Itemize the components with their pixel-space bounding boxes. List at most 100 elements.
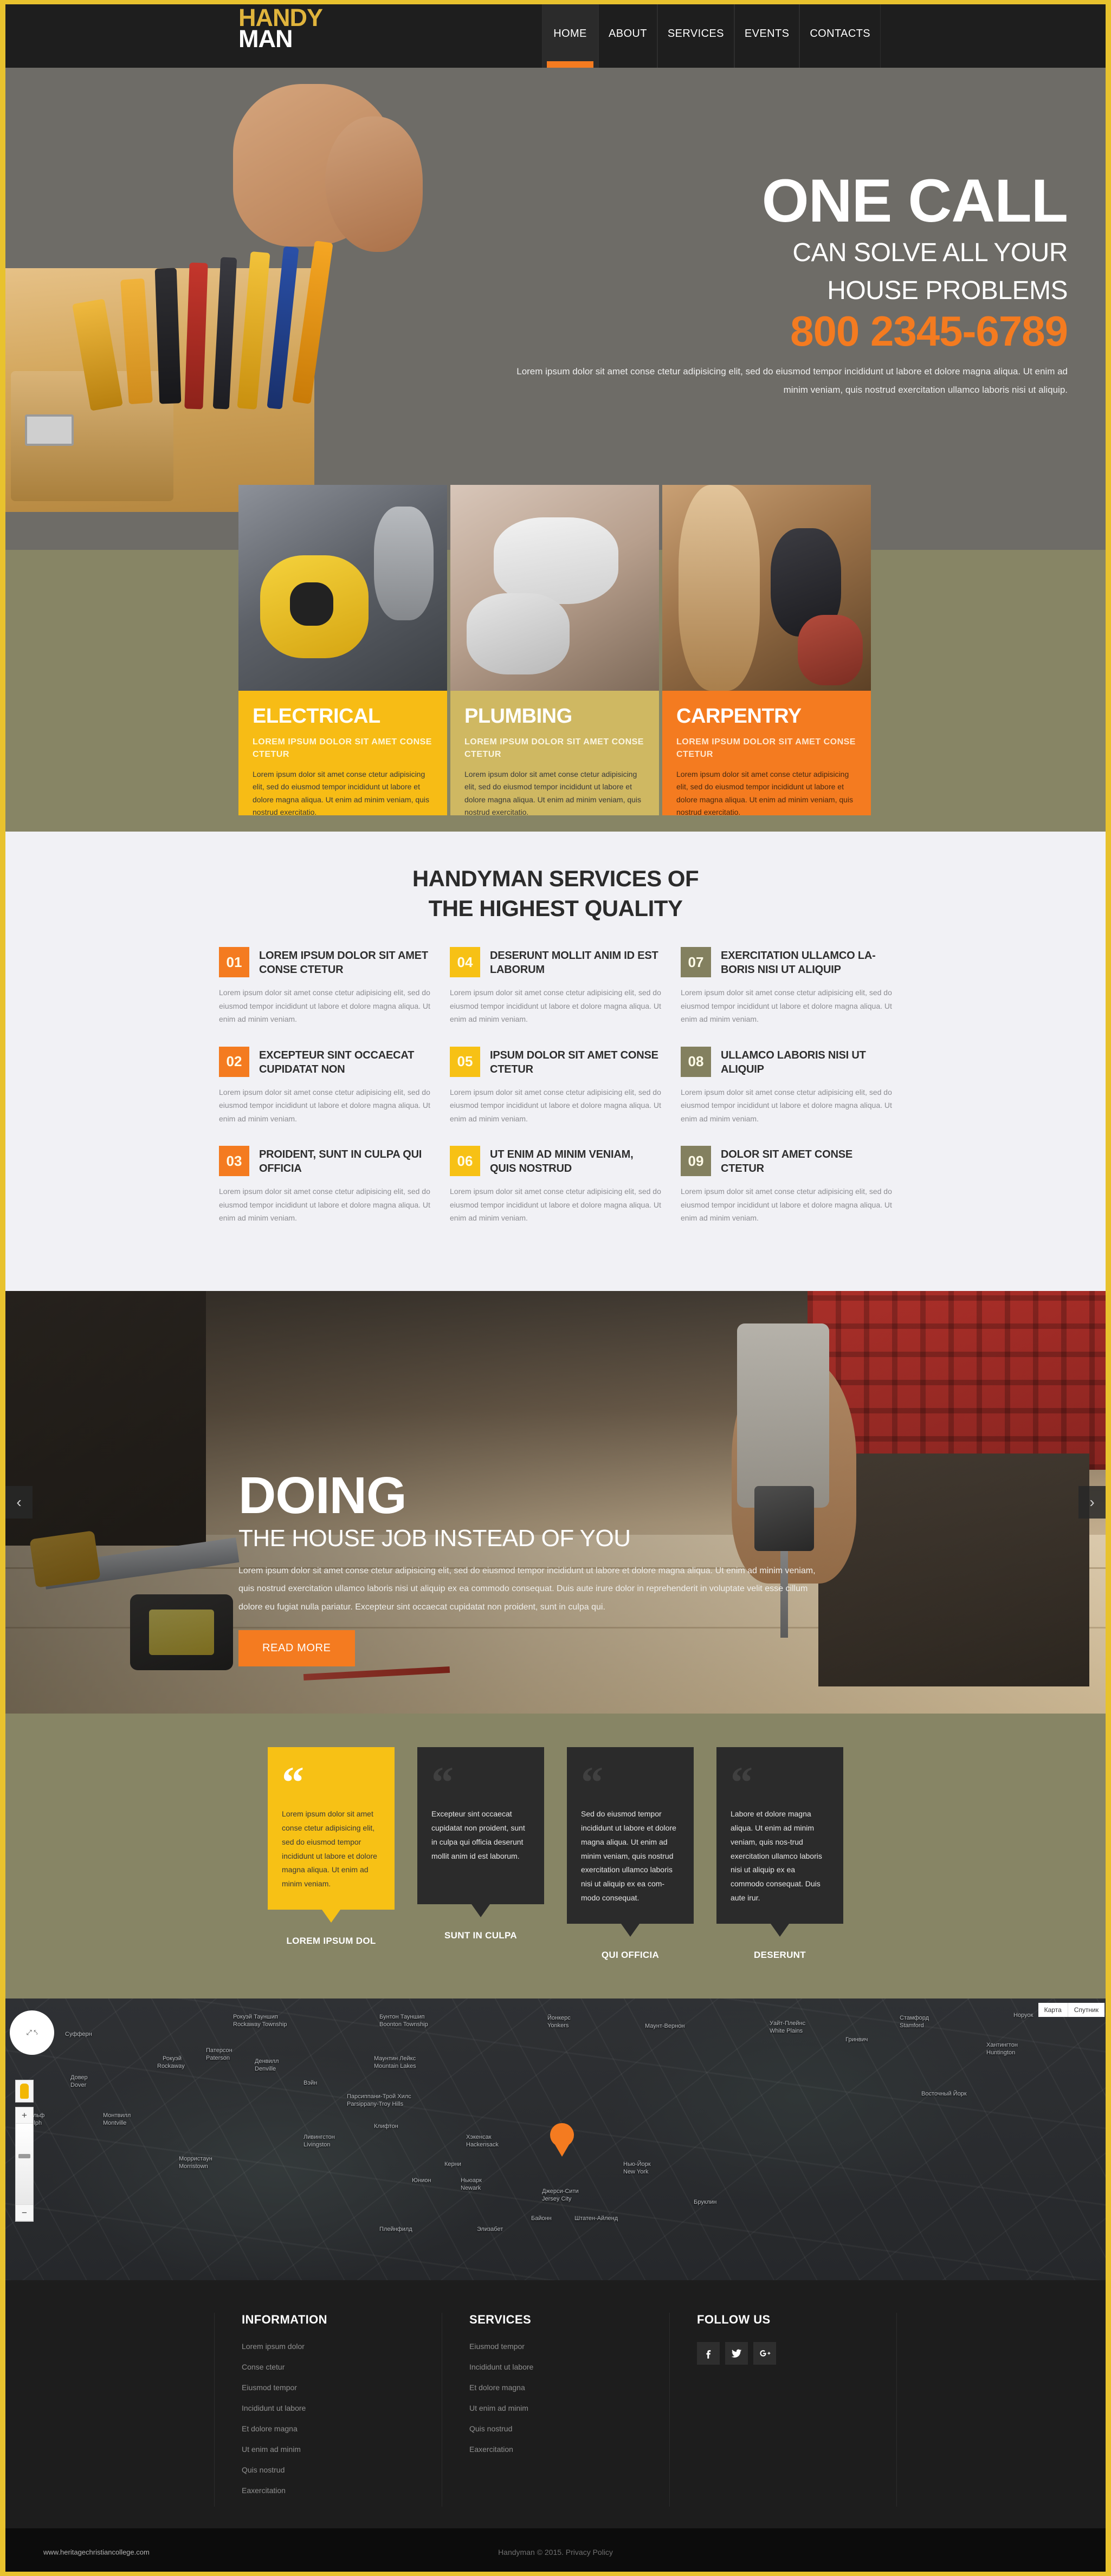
services-column-3: 07 EXERCITATION ULLAMCO LA-BORIS NISI UT… bbox=[681, 947, 892, 1245]
slider-prev-arrow-icon[interactable]: ‹ bbox=[5, 1485, 33, 1519]
service-item-09[interactable]: 09 DOLOR SIT AMET CONSE CTETUR Lorem ips… bbox=[681, 1146, 892, 1225]
map-location-marker-icon[interactable] bbox=[550, 2123, 574, 2157]
service-card-carpentry[interactable]: CARPENTRY LOREM IPSUM DOLOR SIT AMET CON… bbox=[662, 485, 871, 816]
service-title-08: ULLAMCO LABORIS NISI UT ALIQUIP bbox=[721, 1049, 866, 1075]
map-label: Вэйн bbox=[303, 2080, 318, 2087]
map-label: Нью-Йорк bbox=[623, 2161, 651, 2168]
map-label: Монтвилл bbox=[103, 2112, 131, 2119]
nav-item-home[interactable]: HOME bbox=[542, 0, 598, 68]
footer-link-information-3[interactable]: Eiusmod tempor bbox=[242, 2383, 442, 2392]
footer-link-services-2[interactable]: Incididunt ut labore bbox=[469, 2363, 669, 2371]
slider-paragraph: Lorem ipsum dolor sit amet conse ctetur … bbox=[238, 1566, 816, 1612]
service-item-06[interactable]: 06 UT ENIM AD MINIM VENIAM, QUIS NOSTRUD… bbox=[450, 1146, 661, 1225]
footer-link-services-4[interactable]: Ut enim ad minim bbox=[469, 2404, 669, 2412]
service-text-01: Lorem ipsum dolor sit amet conse ctetur … bbox=[219, 988, 430, 1024]
map-label: New York bbox=[623, 2169, 649, 2176]
service-item-07[interactable]: 07 EXERCITATION ULLAMCO LA-BORIS NISI UT… bbox=[681, 947, 892, 1026]
service-number-07: 07 bbox=[681, 947, 711, 978]
map-zoom-in-button[interactable]: + bbox=[16, 2107, 33, 2124]
nav-item-about[interactable]: ABOUT bbox=[598, 0, 657, 68]
quote-icon: “ bbox=[431, 1757, 454, 1807]
footer-link-information-4[interactable]: Incididunt ut labore bbox=[242, 2404, 442, 2412]
nav-item-contacts[interactable]: CONTACTS bbox=[799, 0, 881, 68]
service-item-04[interactable]: 04 DESERUNT MOLLIT ANIM ID EST LABORUM L… bbox=[450, 947, 661, 1026]
copyright-text: Handyman © 2015. Privacy Policy bbox=[498, 2548, 613, 2557]
footer-link-information-8[interactable]: Eaxercitation bbox=[242, 2486, 442, 2495]
watermark-text: www.heritagechristiancollege.com bbox=[43, 2548, 150, 2556]
map-zoom-out-button[interactable]: − bbox=[16, 2205, 33, 2222]
map-label: Бунтон Тауншип bbox=[379, 2014, 425, 2021]
footer-link-information-1[interactable]: Lorem ipsum dolor bbox=[242, 2342, 442, 2351]
slider-next-arrow-icon[interactable]: › bbox=[1078, 1485, 1106, 1519]
google-plus-icon[interactable] bbox=[753, 2342, 776, 2365]
map-label: Джерси-Сити bbox=[542, 2188, 579, 2195]
testimonials-row: “ Lorem ipsum dolor sit amet conse ctetu… bbox=[0, 1747, 1111, 1961]
slider-read-more-button[interactable]: READ MORE bbox=[238, 1630, 355, 1667]
site-logo[interactable]: HANDY MAN bbox=[238, 5, 323, 50]
map-label: Livingston bbox=[303, 2142, 331, 2149]
service-item-08[interactable]: 08 ULLAMCO LABORIS NISI UT ALIQUIP Lorem… bbox=[681, 1046, 892, 1126]
map-label: Parsippany-Troy Hills bbox=[347, 2101, 404, 2108]
map-zoom-control[interactable]: + − bbox=[15, 2107, 34, 2222]
service-card-plumbing[interactable]: PLUMBING LOREM IPSUM DOLOR SIT AMET CONS… bbox=[450, 485, 659, 816]
map-label: Юнион bbox=[412, 2177, 431, 2184]
map-label: Hackensack bbox=[466, 2142, 499, 2149]
footer-column-information: INFORMATION Lorem ipsum dolor Conse ctet… bbox=[214, 2313, 442, 2507]
service-card-subtitle-plumbing: LOREM IPSUM DOLOR SIT AMET CONSE CTETUR bbox=[464, 737, 644, 760]
hero-photo-tools bbox=[0, 68, 531, 550]
map-label: Гринвич bbox=[845, 2036, 868, 2043]
map-pegman-icon[interactable] bbox=[15, 2080, 34, 2103]
service-cards-wrapper: ELECTRICAL LOREM IPSUM DOLOR SIT AMET CO… bbox=[238, 485, 871, 816]
slider-content: DOING THE HOUSE JOB INSTEAD OF YOU Lorem… bbox=[238, 1469, 835, 1667]
contact-map[interactable]: Суфферн Патерсон Paterson Рокуэй Тауншип Roc… bbox=[0, 1998, 1111, 2281]
testimonial-2: “ Excepteur sint occaecat cupidatat non … bbox=[417, 1747, 544, 1961]
service-number-06: 06 bbox=[450, 1146, 480, 1177]
testimonial-quote-1: Lorem ipsum dolor sit amet conse ctetur … bbox=[282, 1809, 377, 1889]
footer-link-services-5[interactable]: Quis nostrud bbox=[469, 2424, 669, 2433]
service-card-title-electrical: ELECTRICAL bbox=[253, 705, 380, 728]
footer-link-information-5[interactable]: Et dolore magna bbox=[242, 2424, 442, 2433]
service-card-text-plumbing: Lorem ipsum dolor sit amet conse ctetur … bbox=[464, 770, 642, 816]
footer-heading-information: INFORMATION bbox=[242, 2313, 327, 2327]
map-label: Патерсон bbox=[206, 2047, 232, 2054]
service-item-02[interactable]: 02 EXCEPTEUR SINT OCCAECAT CUPIDATAT NON… bbox=[219, 1046, 430, 1126]
map-label: Denville bbox=[255, 2066, 276, 2073]
footer-link-information-2[interactable]: Conse ctetur bbox=[242, 2363, 442, 2371]
map-label: Ньюарк bbox=[461, 2177, 482, 2184]
twitter-icon[interactable] bbox=[725, 2342, 748, 2365]
map-type-map-button[interactable]: Карта bbox=[1038, 2003, 1068, 2017]
map-type-satellite-button[interactable]: Спутник bbox=[1068, 2003, 1104, 2017]
service-item-03[interactable]: 03 PROIDENT, SUNT IN CULPA QUI OFFICIA L… bbox=[219, 1146, 430, 1225]
footer-link-services-6[interactable]: Eaxercitation bbox=[469, 2445, 669, 2454]
map-zoom-slider[interactable] bbox=[16, 2124, 33, 2205]
hero-content: ONE CALL CAN SOLVE ALL YOUR HOUSE PROBLE… bbox=[504, 171, 1089, 399]
hero-subtitle-line-1: CAN SOLVE ALL YOUR bbox=[792, 238, 1068, 267]
map-type-control[interactable]: Карта Спутник bbox=[1038, 2003, 1104, 2017]
map-label: Paterson bbox=[206, 2055, 230, 2062]
nav-item-services[interactable]: SERVICES bbox=[657, 0, 734, 68]
hero-phone-number[interactable]: 800 2345-6789 bbox=[504, 309, 1068, 354]
hero-title: ONE CALL bbox=[761, 167, 1068, 235]
footer-columns: INFORMATION Lorem ipsum dolor Conse ctet… bbox=[0, 2313, 1111, 2507]
footer-link-services-1[interactable]: Eiusmod tempor bbox=[469, 2342, 669, 2351]
nav-item-events[interactable]: EVENTS bbox=[734, 0, 800, 68]
map-label: Jersey City bbox=[542, 2196, 572, 2203]
service-card-electrical[interactable]: ELECTRICAL LOREM IPSUM DOLOR SIT AMET CO… bbox=[238, 485, 447, 816]
quote-icon: “ bbox=[282, 1757, 304, 1807]
facebook-icon[interactable] bbox=[697, 2342, 720, 2365]
footer-link-services-3[interactable]: Et dolore magna bbox=[469, 2383, 669, 2392]
map-label: Dover bbox=[70, 2082, 87, 2089]
map-label: Уайт-Плейнс bbox=[770, 2020, 806, 2027]
service-item-05[interactable]: 05 IPSUM DOLOR SIT AMET CONSE CTETUR Lor… bbox=[450, 1046, 661, 1126]
map-label: Mountain Lakes bbox=[374, 2063, 416, 2070]
service-cards-band: ELECTRICAL LOREM IPSUM DOLOR SIT AMET CO… bbox=[0, 485, 1111, 832]
testimonial-author-2: SUNT IN CULPA bbox=[444, 1930, 517, 1941]
service-item-01[interactable]: 01 LOREM IPSUM DOLOR SIT AMET CONSE CTET… bbox=[219, 947, 430, 1026]
map-label: Huntington bbox=[986, 2049, 1016, 2056]
map-pan-control-icon[interactable]: ⤢ ⤣ bbox=[10, 2010, 54, 2055]
footer-link-information-7[interactable]: Quis nostrud bbox=[242, 2465, 442, 2474]
map-label: Восточный Йорк bbox=[921, 2091, 967, 2098]
map-label: White Plains bbox=[770, 2028, 803, 2035]
map-label: Плейнфилд bbox=[379, 2226, 412, 2233]
footer-link-information-6[interactable]: Ut enim ad minim bbox=[242, 2445, 442, 2454]
